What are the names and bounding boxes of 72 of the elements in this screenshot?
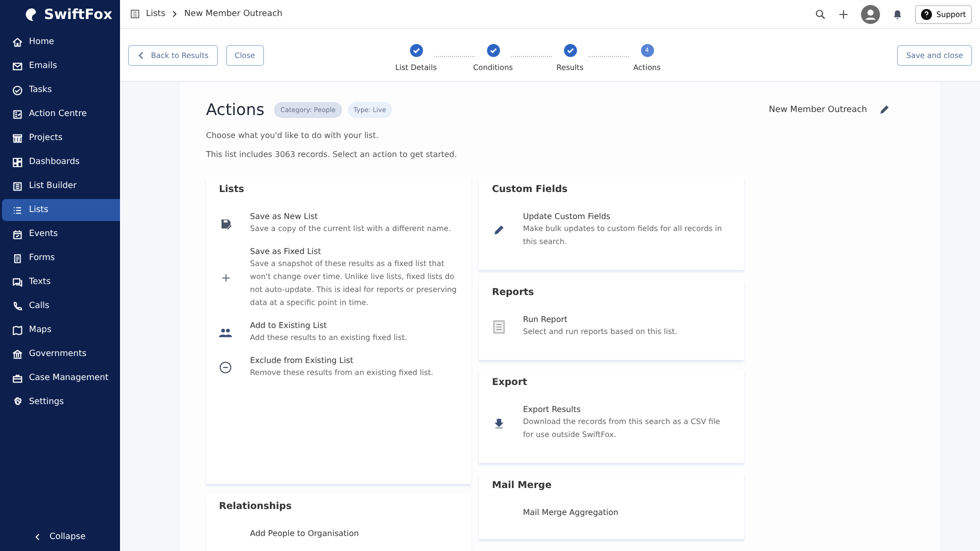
download-icon: [494, 418, 504, 428]
nav-icon: [12, 36, 23, 48]
nav-icon: [12, 156, 23, 168]
section-title: Custom Fields: [492, 184, 569, 195]
sidebar-item[interactable]: Calls: [2, 295, 120, 317]
sidebar-item[interactable]: Texts: [2, 271, 120, 293]
search-icon[interactable]: [815, 8, 826, 20]
sidebar-item[interactable]: Projects: [2, 127, 120, 149]
nav-icon: [12, 396, 23, 408]
sidebar-item[interactable]: Case Management: [2, 367, 120, 389]
breadcrumb-current: New Member Outreach: [184, 9, 282, 19]
sidebar-item[interactable]: Tasks: [2, 79, 120, 101]
save-icon: [220, 218, 232, 230]
list-icon: [130, 9, 140, 19]
sidebar-item[interactable]: Forms: [2, 247, 120, 269]
nav-icon: [12, 324, 23, 336]
collapse-button[interactable]: Collapse: [0, 532, 120, 551]
intro-text: Choose what you'd like to do with your list.: [206, 131, 380, 140]
action-title[interactable]: Save as New List: [250, 212, 451, 221]
section-title: Reports: [492, 287, 535, 298]
nav-icon: [12, 228, 23, 240]
section-title: Mail Merge: [492, 480, 553, 491]
nav-icon: [12, 300, 23, 312]
record-count-text: This list includes 3063 records. Select an action to get started.: [206, 150, 458, 159]
people-icon: [219, 328, 232, 338]
action-title[interactable]: Update Custom Fields: [523, 212, 732, 221]
breadcrumb-link[interactable]: Lists: [146, 9, 166, 19]
nav-icon: [12, 60, 23, 72]
action-title[interactable]: Save as Fixed List: [250, 247, 459, 256]
sidebar-item[interactable]: Home: [2, 31, 120, 53]
list-name: New Member Outreach: [768, 104, 867, 114]
add-icon[interactable]: [838, 8, 850, 20]
avatar-icon[interactable]: [861, 4, 880, 24]
nav-icon: [12, 372, 23, 384]
brand-name: SwiftFox: [44, 7, 112, 23]
action-title[interactable]: Add to Existing List: [250, 321, 408, 330]
pencil-icon: [492, 224, 504, 236]
chevron-left-icon: [137, 50, 145, 60]
sidebar-item[interactable]: Settings: [2, 391, 120, 413]
page-title: Actions: [206, 100, 264, 119]
sidebar-item[interactable]: List Builder: [2, 175, 120, 197]
help-icon: [921, 8, 932, 20]
action-title[interactable]: Mail Merge Aggregation: [523, 508, 618, 517]
nav-icon: [12, 108, 23, 120]
chevron-left-icon: [34, 533, 42, 541]
nav-icon: [12, 132, 23, 144]
nav-icon: [12, 84, 23, 96]
action-title[interactable]: Add People to Organisation: [250, 529, 359, 538]
pencil-icon[interactable]: [879, 104, 890, 115]
action-title[interactable]: Export Results: [523, 405, 732, 414]
action-title[interactable]: Run Report: [523, 315, 678, 324]
section-title: Lists: [219, 184, 246, 195]
sidebar-item[interactable]: Action Centre: [2, 103, 120, 125]
plus-icon: [220, 273, 230, 283]
bell-icon[interactable]: [892, 8, 904, 20]
section-title: Relationships: [219, 501, 293, 512]
section-title: Export: [492, 377, 528, 388]
action-title[interactable]: Exclude from Existing List: [250, 356, 434, 365]
nav-icon: [12, 252, 23, 264]
chevron-right-icon: [171, 10, 178, 18]
sidebar-item[interactable]: Dashboards: [2, 151, 120, 173]
nav-icon: [12, 180, 23, 192]
nav-icon: [12, 276, 23, 288]
sidebar-item[interactable]: Emails: [2, 55, 120, 77]
sidebar-item[interactable]: Maps: [2, 319, 120, 341]
minus-circle-icon: [219, 361, 232, 374]
sidebar-item[interactable]: Governments: [2, 343, 120, 365]
sidebar-item[interactable]: Lists: [2, 199, 120, 221]
report-icon: [492, 320, 504, 334]
nav-icon: [12, 204, 23, 216]
nav-icon: [12, 348, 23, 360]
sidebar-item[interactable]: Events: [2, 223, 120, 245]
